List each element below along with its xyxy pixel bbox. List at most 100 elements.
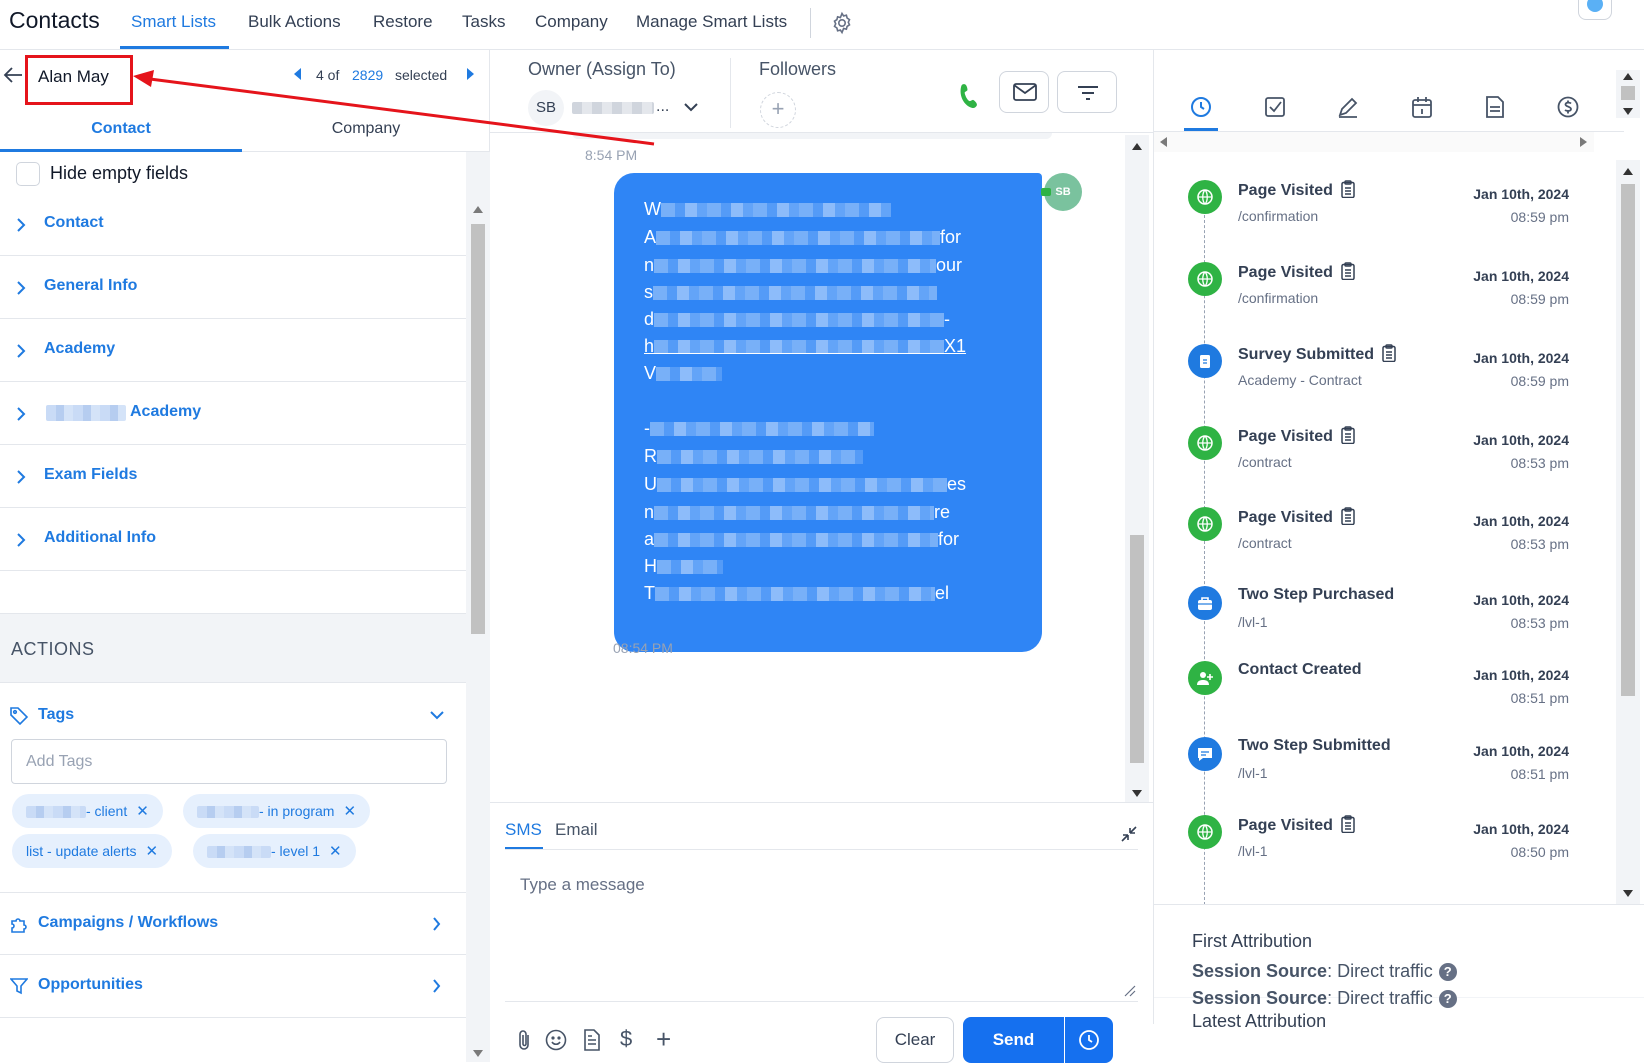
document-icon[interactable]: [1485, 96, 1505, 118]
back-arrow-icon[interactable]: [3, 66, 23, 84]
tab-manage-smart-lists[interactable]: Manage Smart Lists: [636, 12, 787, 32]
opportunities-row[interactable]: Opportunities: [0, 955, 466, 1018]
globe-icon: [1188, 815, 1222, 849]
collapse-icon[interactable]: [1120, 825, 1138, 843]
dollar-circle-icon[interactable]: [1557, 96, 1579, 118]
tab-email[interactable]: Email: [555, 820, 598, 840]
tab-bulk-actions[interactable]: Bulk Actions: [248, 12, 341, 32]
tabs-scrollbar[interactable]: [1616, 70, 1640, 118]
task-check-icon[interactable]: [1264, 96, 1286, 118]
resize-handle-icon[interactable]: [1124, 985, 1136, 997]
owner-label: Owner (Assign To): [528, 59, 676, 79]
chevron-down-icon[interactable]: [430, 710, 444, 720]
owner-select[interactable]: SB ...: [528, 90, 796, 126]
filter-button[interactable]: [1057, 71, 1117, 113]
thread-scrollbar-thumb[interactable]: [1130, 535, 1144, 763]
clipboard-icon[interactable]: [1341, 507, 1355, 525]
message-composer: SMS Email Type a message $ + Clear Send: [490, 802, 1153, 1063]
activity-item[interactable]: Survey Submitted Academy - Contract Jan 10…: [1154, 336, 1594, 414]
owner-avatar: SB: [528, 90, 564, 126]
activity-item[interactable]: Page Visited/lvl-1 Jan 10th, 2024 08:50 pm: [1154, 807, 1594, 885]
activity-item[interactable]: Two Step Submitted/lvl-1 Jan 10th, 2024 08…: [1154, 729, 1594, 807]
tab-tasks[interactable]: Tasks: [462, 12, 505, 32]
activity-history-icon[interactable]: [1190, 96, 1212, 118]
previous-message-edge: [572, 133, 1052, 139]
tags-label[interactable]: Tags: [38, 706, 74, 724]
plus-icon[interactable]: +: [656, 1024, 671, 1055]
remove-tag-icon[interactable]: ✕: [146, 843, 159, 860]
tag-chip[interactable]: list - update alerts ✕: [12, 834, 173, 868]
activity-item[interactable]: Contact Created Jan 10th, 2024 08:51 pm: [1154, 653, 1594, 731]
left-scrollbar-thumb[interactable]: [471, 224, 485, 634]
activity-time: 08:59 pm: [1510, 373, 1569, 389]
activity-item[interactable]: Page Visited/contract Jan 10th, 2024 08:53…: [1154, 499, 1594, 577]
thread-scrollbar[interactable]: [1125, 135, 1149, 802]
composer-bottom-divider: [505, 1001, 1138, 1002]
chevron-right-icon: [17, 407, 26, 421]
clipboard-icon[interactable]: [1341, 815, 1355, 833]
section-exam-fields[interactable]: Exam Fields: [0, 445, 466, 508]
message-placeholder: Type a message: [520, 875, 645, 894]
tag-chip[interactable]: - in program ✕: [183, 794, 371, 828]
message-input[interactable]: Type a message: [505, 851, 1138, 997]
remove-tag-icon[interactable]: ✕: [329, 843, 342, 860]
message-line-end: for: [940, 227, 962, 247]
add-follower-icon[interactable]: +: [760, 92, 796, 128]
session-source-key: Session Source: [1192, 961, 1328, 981]
remove-tag-icon[interactable]: ✕: [343, 803, 356, 820]
download-icon[interactable]: [1578, 0, 1612, 20]
prev-contact-icon[interactable]: [294, 68, 302, 80]
emoji-icon[interactable]: [545, 1029, 567, 1051]
activity-item[interactable]: Page Visited/confirmation Jan 10th, 2024 0…: [1154, 254, 1594, 332]
section-additional-info[interactable]: Additional Info: [0, 508, 466, 571]
tab-company[interactable]: Company: [535, 12, 608, 32]
calendar-icon[interactable]: [1411, 96, 1433, 118]
section-label: Exam Fields: [44, 466, 138, 483]
message-thread: 8:54 PM W Afor n our s d - h X1 V - R Ues n re a for H Tel…: [490, 132, 1153, 802]
template-icon[interactable]: [583, 1029, 601, 1051]
tag-chip[interactable]: - level 1 ✕: [193, 834, 356, 868]
section-general-info[interactable]: General Info: [0, 256, 466, 319]
next-contact-icon[interactable]: [466, 68, 474, 80]
activity-scrollbar-thumb[interactable]: [1621, 184, 1635, 696]
section-contact[interactable]: Contact: [0, 193, 466, 256]
clipboard-icon[interactable]: [1341, 180, 1355, 198]
section-redacted-academy[interactable]: Academy: [0, 382, 466, 445]
email-button[interactable]: [999, 71, 1049, 113]
horizontal-scroll[interactable]: [1154, 132, 1594, 152]
redacted-text: [654, 506, 935, 521]
clipboard-icon[interactable]: [1341, 426, 1355, 444]
message-line-start: A: [644, 227, 657, 247]
activity-item[interactable]: Two Step Purchased/lvl-1 Jan 10th, 2024 08…: [1154, 578, 1594, 656]
activity-item[interactable]: Page Visited/contract Jan 10th, 2024 08:53…: [1154, 418, 1594, 496]
campaigns-workflows-row[interactable]: Campaigns / Workflows: [0, 892, 466, 955]
hide-empty-checkbox[interactable]: [16, 162, 40, 186]
gear-icon[interactable]: [830, 11, 854, 35]
clipboard-icon[interactable]: [1382, 344, 1396, 362]
tab-company-left[interactable]: Company: [242, 112, 490, 152]
clipboard-icon[interactable]: [1341, 262, 1355, 280]
activity-date: Jan 10th, 2024: [1473, 513, 1569, 529]
activity-timeline: Page Visited/confirmation Jan 10th, 2024 0…: [1154, 160, 1616, 904]
left-scrollbar[interactable]: [466, 152, 490, 1062]
activity-scrollbar[interactable]: [1616, 160, 1640, 904]
tag-chip[interactable]: - client ✕: [12, 794, 163, 828]
tab-restore[interactable]: Restore: [373, 12, 433, 32]
dollar-icon[interactable]: $: [620, 1026, 632, 1052]
pencil-icon[interactable]: [1337, 96, 1359, 118]
tab-sms[interactable]: SMS: [505, 820, 542, 840]
tags-input[interactable]: Add Tags: [11, 739, 447, 784]
position-prefix: 4 of: [316, 67, 340, 83]
tab-smart-lists[interactable]: Smart Lists: [131, 12, 216, 32]
attachment-icon[interactable]: [517, 1029, 531, 1051]
phone-icon[interactable]: [957, 83, 983, 109]
total-count[interactable]: 2829: [352, 67, 383, 83]
redacted-text: [656, 231, 941, 246]
section-academy[interactable]: Academy: [0, 319, 466, 382]
outgoing-message-bubble[interactable]: W Afor n our s d - h X1 V - R Ues n re a for H Tel: [614, 173, 1042, 652]
tab-contact[interactable]: Contact: [0, 112, 242, 152]
help-icon[interactable]: ?: [1438, 990, 1457, 1009]
help-icon[interactable]: ?: [1438, 963, 1457, 982]
remove-tag-icon[interactable]: ✕: [136, 803, 149, 820]
activity-item[interactable]: Page Visited/confirmation Jan 10th, 2024 0…: [1154, 172, 1594, 250]
